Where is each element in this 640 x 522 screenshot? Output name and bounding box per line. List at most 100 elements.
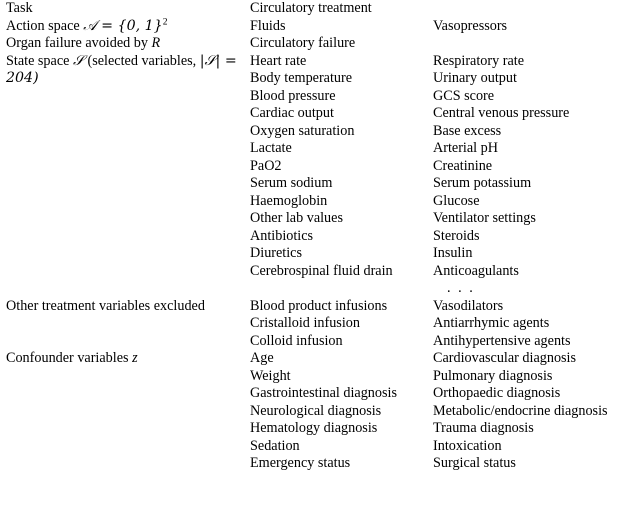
list-item: Central venous pressure xyxy=(433,105,570,121)
row-label-text-continued: (selected variables, xyxy=(87,52,197,69)
list-item: Heart rate xyxy=(250,52,307,69)
list-item: Cristalloid infusion xyxy=(250,315,360,331)
list-item: Fluids xyxy=(250,17,286,34)
list-item: Antiarrhymic agents xyxy=(433,315,550,331)
state-variable-list-b: Respiratory rate Urinary output GCS scor… xyxy=(433,53,634,298)
list-item: Colloid infusion xyxy=(250,332,343,349)
list-item: Lactate xyxy=(250,140,292,156)
table-row-state-space: State space 𝒮 (selected variables, |𝒮| =… xyxy=(6,53,634,298)
list-item: Vasodilators xyxy=(433,297,504,314)
row-state-space-col-a: Heart rate Body temperature Blood pressu… xyxy=(250,53,433,298)
list-item: Urinary output xyxy=(433,70,517,86)
row-label-organ-failure: Organ failure avoided by R xyxy=(6,35,250,53)
row-excluded-col-b: Vasodilators Antiarrhymic agents Antihyp… xyxy=(433,298,634,351)
list-item: PaO2 xyxy=(250,157,282,174)
list-item: Cerebrospinal fluid drain xyxy=(250,262,393,279)
list-item: Gastrointestinal diagnosis xyxy=(250,385,397,401)
row-organ-failure-col-b xyxy=(433,35,634,53)
list-item: Insulin xyxy=(433,245,473,261)
list-item: Diuretics xyxy=(250,245,303,261)
list-item: Cardiovascular diagnosis xyxy=(433,350,577,366)
list-item: Respiratory rate xyxy=(433,52,524,69)
list-item: Weight xyxy=(250,367,291,384)
row-label-confounders: Confounder variables z xyxy=(6,350,250,473)
row-label-text: Confounder variables xyxy=(6,350,129,366)
list-item: Sedation xyxy=(250,437,300,454)
row-task-col-a: Circulatory treatment xyxy=(250,0,433,18)
row-state-space-col-b: Respiratory rate Urinary output GCS scor… xyxy=(433,53,634,298)
list-item: Circulatory failure xyxy=(250,35,356,51)
list-item: Other lab values xyxy=(250,210,343,226)
list-item: Steroids xyxy=(433,227,480,244)
confounder-list-a: Age Weight Gastrointestinal diagnosis Ne… xyxy=(250,350,433,473)
list-item: Glucose xyxy=(433,192,480,209)
excluded-list-b: Vasodilators Antiarrhymic agents Antihyp… xyxy=(433,298,634,351)
list-item: Trauma diagnosis xyxy=(433,420,534,436)
list-item: GCS score xyxy=(433,87,495,104)
value-list: Fluids xyxy=(250,18,433,36)
row-task-col-b xyxy=(433,0,634,18)
table-row-organ-failure: Organ failure avoided by R Circulatory f… xyxy=(6,35,634,53)
state-space-symbol: 𝒮 xyxy=(72,52,84,69)
excluded-list-a: Blood product infusions Cristalloid infu… xyxy=(250,298,433,351)
action-space-math: 𝒜 = {0, 1}2 xyxy=(83,15,168,34)
row-confounders-col-b: Cardiovascular diagnosis Pulmonary diagn… xyxy=(433,350,634,473)
list-item: Pulmonary diagnosis xyxy=(433,367,553,384)
list-item: Ventilator settings xyxy=(433,210,536,226)
row-label-action-space: Action space 𝒜 = {0, 1}2 xyxy=(6,15,250,36)
reward-symbol: R xyxy=(151,35,161,51)
table-row-action-space: Action space 𝒜 = {0, 1}2 Fluids Vasopres… xyxy=(6,15,634,36)
list-item: Intoxication xyxy=(433,437,502,454)
list-item: Body temperature xyxy=(250,70,353,86)
state-variable-list-a: Heart rate Body temperature Blood pressu… xyxy=(250,53,433,281)
value-list: Vasopressors xyxy=(433,18,634,36)
table-container: Task Circulatory treatment Action space xyxy=(0,0,640,522)
list-item: Antihypertensive agents xyxy=(433,332,571,349)
list-item: Anticoagulants xyxy=(433,262,519,279)
row-action-space-col-b: Vasopressors xyxy=(433,18,634,36)
row-label-text: Other treatment variables excluded xyxy=(6,297,205,314)
value-list: Circulatory treatment xyxy=(250,0,433,18)
table-row-task: Task Circulatory treatment xyxy=(6,0,634,18)
list-item: Arterial pH xyxy=(433,140,499,156)
value-list: Circulatory failure xyxy=(250,35,433,53)
row-label-state-space: State space 𝒮 (selected variables, |𝒮| =… xyxy=(6,53,250,298)
row-label-excluded-treatments: Other treatment variables excluded xyxy=(6,298,250,351)
list-truncation-ellipsis: . . . xyxy=(447,280,475,296)
list-item: Base excess xyxy=(433,122,502,139)
list-item: Blood product infusions xyxy=(250,297,388,314)
list-item: Serum potassium xyxy=(433,175,532,191)
confounder-symbol: z xyxy=(132,350,138,366)
list-item: Orthopaedic diagnosis xyxy=(433,385,561,401)
list-item: Age xyxy=(250,350,274,366)
list-item: Hematology diagnosis xyxy=(250,420,378,436)
list-item: Vasopressors xyxy=(433,17,508,34)
list-item: Blood pressure xyxy=(250,87,336,104)
row-label-text: Task xyxy=(6,0,33,16)
row-label-text: Action space xyxy=(6,17,80,34)
list-item: Metabolic/endocrine diagnosis xyxy=(433,402,608,419)
list-item: Circulatory treatment xyxy=(250,0,372,16)
table-row-confounders: Confounder variables z Age Weight Gastro… xyxy=(6,350,634,473)
list-item: Surgical status xyxy=(433,455,516,471)
list-item: Oxygen saturation xyxy=(250,122,355,139)
row-label-task: Task xyxy=(6,0,250,18)
list-item: Antibiotics xyxy=(250,227,314,244)
row-organ-failure-col-a: Circulatory failure xyxy=(250,35,433,53)
list-item: Neurological diagnosis xyxy=(250,402,382,419)
list-item: Cardiac output xyxy=(250,105,334,121)
action-space-math-body: 𝒜 = {0, 1} xyxy=(83,17,163,34)
experiment-spec-table: Task Circulatory treatment Action space xyxy=(6,0,634,473)
list-item: Creatinine xyxy=(433,157,493,174)
list-item: Emergency status xyxy=(250,455,351,471)
table-row-excluded-treatments: Other treatment variables excluded Blood… xyxy=(6,298,634,351)
row-action-space-col-a: Fluids xyxy=(250,18,433,36)
row-label-text: Organ failure avoided by xyxy=(6,35,148,51)
action-space-exponent: 2 xyxy=(162,15,168,27)
confounder-list-b: Cardiovascular diagnosis Pulmonary diagn… xyxy=(433,350,634,473)
row-excluded-col-a: Blood product infusions Cristalloid infu… xyxy=(250,298,433,351)
list-item: Haemoglobin xyxy=(250,192,328,209)
list-item: Serum sodium xyxy=(250,175,333,191)
row-confounders-col-a: Age Weight Gastrointestinal diagnosis Ne… xyxy=(250,350,433,473)
row-label-text: State space xyxy=(6,52,70,69)
